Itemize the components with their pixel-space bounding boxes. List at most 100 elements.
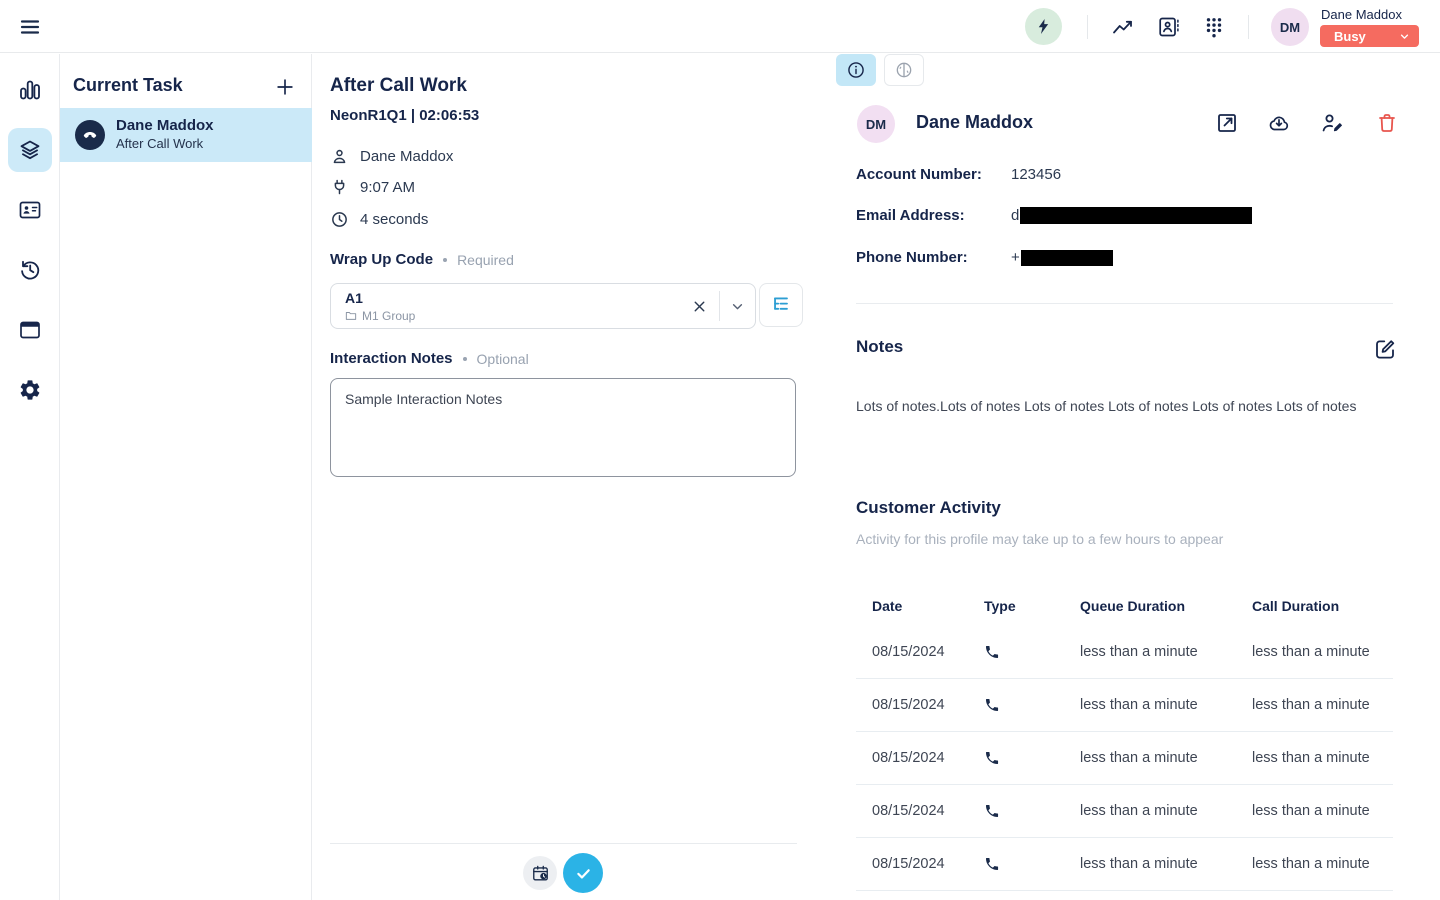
activity-table-header: Date Type Queue Duration Call Duration (856, 585, 1393, 626)
interaction-notes-requirement: Optional (477, 351, 529, 367)
interaction-notes-input[interactable]: Sample Interaction Notes (330, 378, 796, 477)
edit-note-icon[interactable] (1373, 337, 1397, 361)
clock-icon (330, 210, 349, 229)
contact-panel: DM Dane Maddox Account Number: 123456 Em… (830, 54, 1440, 900)
field-label: Email Address: (856, 207, 1011, 224)
activity-table: Date Type Queue Duration Call Duration 0… (856, 585, 1393, 891)
task-contact-name: Dane Maddox (116, 117, 214, 134)
task-detail-title: After Call Work (330, 75, 467, 97)
phone-icon (984, 803, 1080, 819)
wrap-up-tree-browser-button[interactable] (759, 283, 803, 327)
sidebar-item-reports[interactable] (8, 68, 52, 112)
customer-activity-subtitle: Activity for this profile may take up to… (856, 531, 1223, 547)
top-bar: DM Dane Maddox Busy (0, 0, 1440, 53)
col-call-duration: Call Duration (1252, 598, 1393, 614)
sidebar-item-browser[interactable] (8, 308, 52, 352)
phone-icon (984, 750, 1080, 766)
brain-icon (894, 60, 914, 80)
trend-chart-icon[interactable] (1111, 15, 1135, 39)
notes-content: Lots of notes.Lots of notes Lots of note… (856, 397, 1388, 416)
contact-avatar: DM (857, 105, 895, 143)
person-edit-icon[interactable] (1320, 111, 1344, 135)
folder-icon (345, 310, 357, 322)
cell-date: 08/15/2024 (872, 644, 984, 660)
sidebar-item-settings[interactable] (8, 368, 52, 412)
cloud-download-icon[interactable] (1267, 111, 1291, 135)
col-queue-duration: Queue Duration (1080, 598, 1252, 614)
trash-icon[interactable] (1375, 111, 1399, 135)
table-row[interactable]: 08/15/2024 less than a minute less than … (856, 732, 1393, 785)
footer-divider (330, 843, 797, 844)
meta-duration-row: 4 seconds (330, 210, 428, 229)
phone-icon (984, 644, 1080, 660)
plug-icon (330, 178, 349, 197)
cell-date: 08/15/2024 (872, 856, 984, 872)
cell-call-duration: less than a minute (1252, 803, 1393, 819)
cell-queue-duration: less than a minute (1080, 856, 1252, 872)
table-row[interactable]: 08/15/2024 less than a minute less than … (856, 785, 1393, 838)
field-email-address: Email Address: d (856, 207, 1252, 224)
cell-call-duration: less than a minute (1252, 856, 1393, 872)
task-list-item[interactable]: Dane Maddox After Call Work (60, 108, 312, 162)
status-dropdown[interactable]: Busy (1320, 25, 1419, 47)
user-name: Dane Maddox (1321, 7, 1402, 22)
section-divider (856, 303, 1393, 304)
cell-date: 08/15/2024 (872, 750, 984, 766)
icon-rail (0, 54, 60, 900)
col-type: Type (984, 598, 1080, 614)
open-in-new-icon[interactable] (1215, 111, 1239, 135)
phone-icon (984, 856, 1080, 872)
contact-card-icon (18, 198, 42, 222)
sidebar-item-history[interactable] (8, 248, 52, 292)
menu-icon[interactable] (18, 15, 42, 39)
topbar-divider (1248, 15, 1249, 39)
calendar-clock-icon (531, 864, 550, 883)
tree-list-icon (770, 294, 792, 316)
field-phone-number: Phone Number: + (856, 249, 1113, 266)
meta-connected-time: 9:07 AM (360, 179, 415, 196)
schedule-button[interactable] (523, 856, 557, 890)
avatar[interactable]: DM (1271, 8, 1309, 46)
complete-task-button[interactable] (563, 853, 603, 893)
chevron-down-icon (1398, 30, 1411, 43)
table-row[interactable]: 08/15/2024 less than a minute less than … (856, 838, 1393, 891)
add-task-button[interactable] (274, 76, 296, 98)
cell-call-duration: less than a minute (1252, 750, 1393, 766)
table-row[interactable]: 08/15/2024 less than a minute less than … (856, 679, 1393, 732)
table-row[interactable]: 08/15/2024 less than a minute less than … (856, 626, 1393, 679)
cell-queue-duration: less than a minute (1080, 697, 1252, 713)
cell-call-duration: less than a minute (1252, 697, 1393, 713)
tab-insights[interactable] (884, 54, 924, 86)
notes-title: Notes (856, 337, 903, 357)
field-account-number: Account Number: 123456 (856, 166, 1061, 183)
wrap-up-selected-group: M1 Group (362, 309, 415, 323)
tab-contact-info[interactable] (836, 54, 876, 86)
field-value: 123456 (1011, 166, 1061, 183)
layers-icon (18, 138, 42, 162)
cell-date: 08/15/2024 (872, 803, 984, 819)
interaction-notes-label: Interaction Notes (330, 350, 453, 367)
sidebar-item-contacts[interactable] (8, 188, 52, 232)
meta-contact-name: Dane Maddox (360, 148, 453, 165)
contact-book-icon[interactable] (1157, 15, 1181, 39)
gear-icon (18, 378, 42, 402)
task-type: After Call Work (116, 136, 203, 151)
phone-icon (984, 697, 1080, 713)
sidebar-item-queues[interactable] (8, 128, 52, 172)
separator-dot (443, 258, 447, 262)
person-icon (330, 147, 349, 166)
bolt-icon (1034, 17, 1053, 36)
session-info: NeonR1Q1 | 02:06:53 (330, 107, 479, 124)
wrap-up-code-select[interactable]: A1 M1 Group (330, 283, 756, 329)
field-value: + (1011, 249, 1020, 266)
dialpad-icon[interactable] (1202, 15, 1226, 39)
cell-date: 08/15/2024 (872, 697, 984, 713)
meta-duration-value: 4 seconds (360, 211, 428, 228)
customer-activity-title: Customer Activity (856, 498, 1001, 518)
redaction-bar (1021, 250, 1113, 266)
bolt-button[interactable] (1025, 8, 1062, 45)
field-label: Account Number: (856, 166, 1011, 183)
field-label: Phone Number: (856, 249, 1011, 266)
clear-x-icon[interactable] (691, 298, 708, 315)
chevron-down-icon[interactable] (729, 298, 746, 315)
